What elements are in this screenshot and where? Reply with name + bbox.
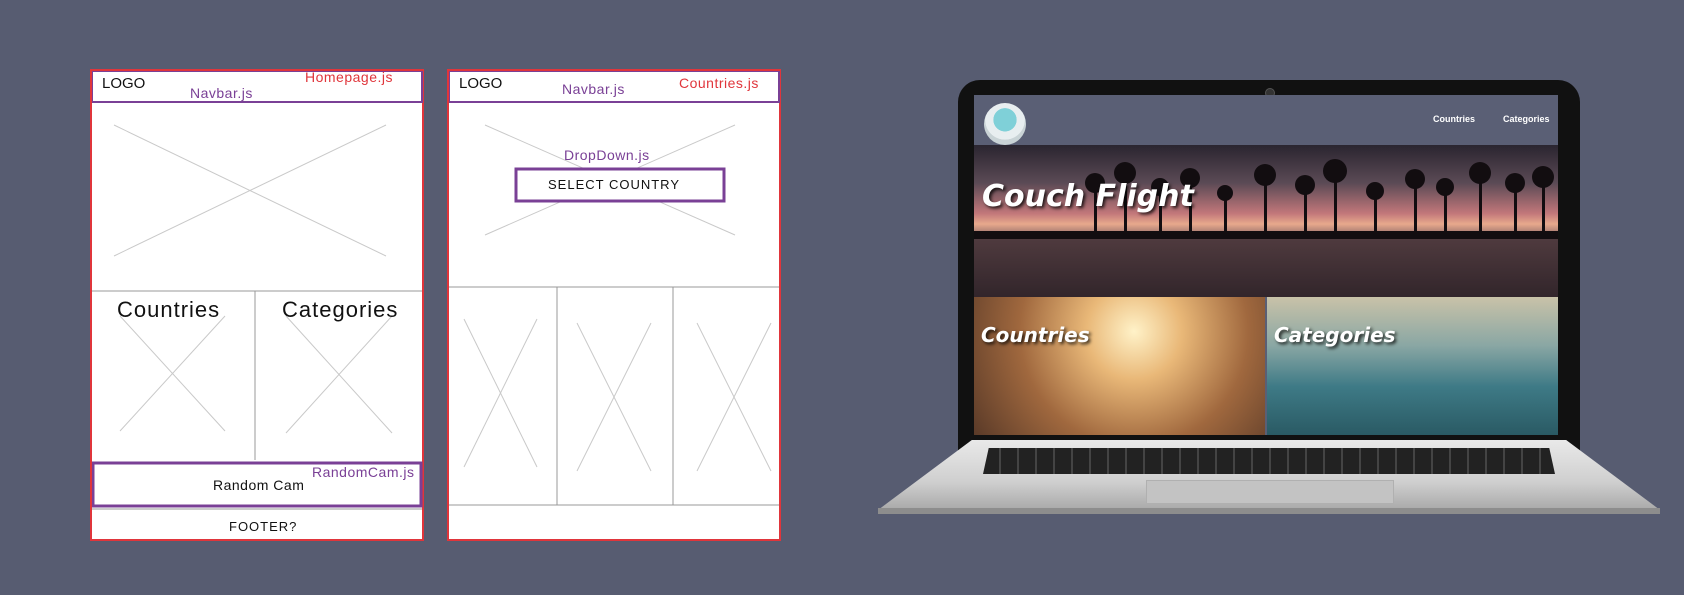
- trackpad: [1146, 480, 1394, 504]
- homepage-wireframe: LOGO Navbar.js Homepage.js Countries Cat…: [90, 69, 424, 541]
- countries-logo: LOGO: [459, 75, 503, 92]
- homepage-random-cam: Random Cam: [213, 477, 305, 493]
- homepage-footer: FOOTER?: [229, 519, 298, 534]
- select-country-dropdown: SELECT COUNTRY: [548, 177, 680, 192]
- homepage-file-label: Homepage.js: [305, 69, 393, 85]
- countries-wireframe: LOGO Navbar.js Countries.js DropDown.js …: [447, 69, 781, 541]
- laptop-bottom-edge: [878, 508, 1660, 514]
- site-nav-countries[interactable]: Countries: [1433, 114, 1475, 124]
- homepage-categories-label: Categories: [282, 297, 399, 322]
- homepage-navbar-label: Navbar.js: [190, 85, 253, 101]
- countries-navbar-label: Navbar.js: [562, 81, 625, 97]
- tile-categories[interactable]: Categories: [1267, 297, 1558, 435]
- laptop-mockup: Countries Categories Couch Flight Countr…: [878, 80, 1660, 520]
- keyboard: [983, 448, 1555, 474]
- tile-countries[interactable]: Countries: [974, 297, 1265, 435]
- site-nav-categories[interactable]: Categories: [1503, 114, 1550, 124]
- tile-categories-title: Categories: [1274, 323, 1396, 347]
- homepage-countries-label: Countries: [117, 297, 221, 322]
- countries-wireframe-lines: [449, 71, 780, 506]
- countries-file-label: Countries.js: [679, 75, 759, 91]
- homepage-logo: LOGO: [102, 75, 146, 92]
- hero-image: Couch Flight: [974, 145, 1558, 297]
- homepage-randomcam-label: RandomCam.js: [312, 464, 415, 480]
- tile-countries-title: Countries: [981, 323, 1090, 347]
- laptop-screen: Countries Categories Couch Flight Countr…: [974, 95, 1558, 435]
- hero-title: Couch Flight: [982, 179, 1194, 214]
- palm-silhouettes: [974, 159, 1558, 297]
- site-navbar: Countries Categories: [974, 95, 1558, 145]
- dropdown-file-label: DropDown.js: [564, 147, 650, 163]
- globe-robot-logo-icon[interactable]: [984, 103, 1026, 145]
